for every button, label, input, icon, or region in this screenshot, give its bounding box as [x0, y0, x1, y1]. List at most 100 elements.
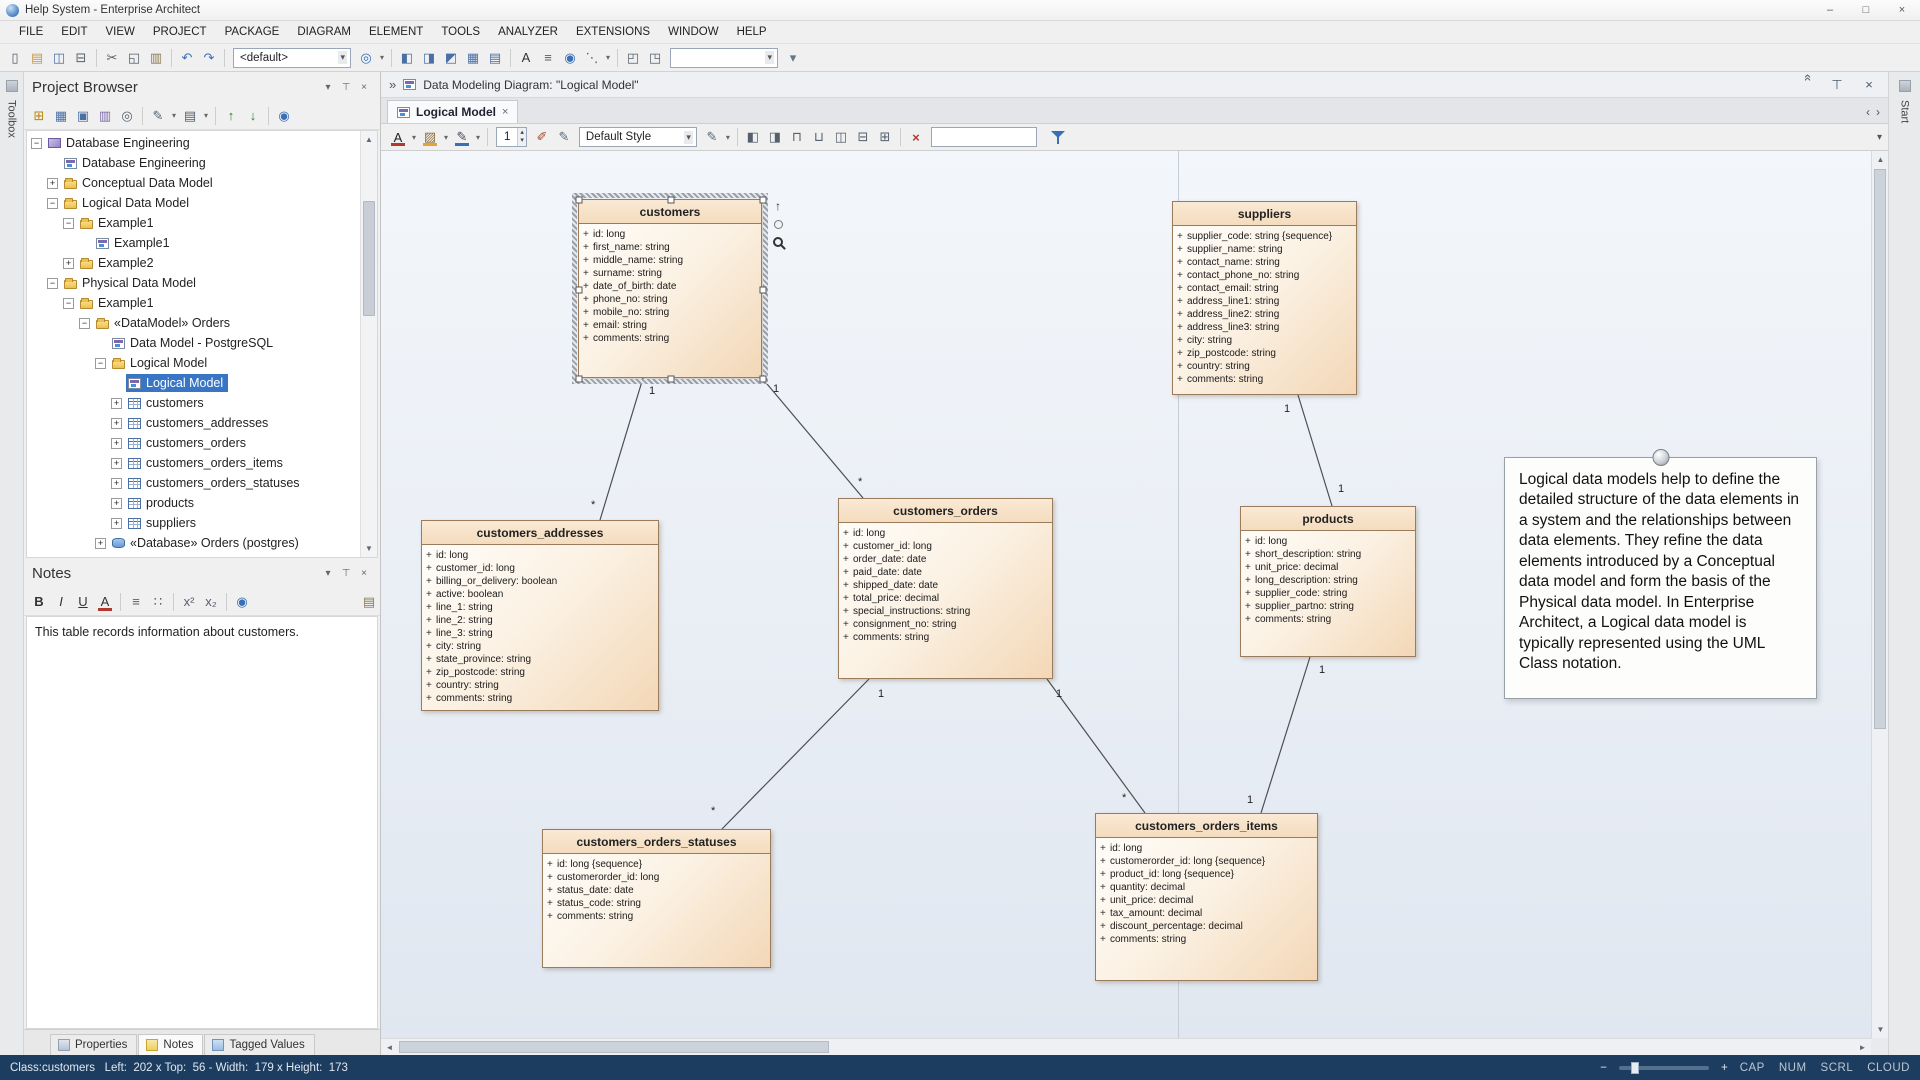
menu-package[interactable]: PACKAGE [216, 23, 289, 41]
new-element-icon[interactable]: ▣ [72, 105, 94, 127]
tree-item-products[interactable]: +products [27, 493, 377, 513]
menu-edit[interactable]: EDIT [52, 23, 96, 41]
new-diagram-icon[interactable]: ◧ [396, 47, 418, 69]
selection-handle[interactable] [760, 286, 767, 293]
collapse-icon[interactable]: − [31, 138, 42, 149]
tree-item-suppliers[interactable]: +suppliers [27, 513, 377, 533]
scroll-up-icon[interactable]: ▲ [361, 131, 377, 148]
list-view-icon[interactable]: ▤ [484, 47, 506, 69]
tree-item-example1[interactable]: Example1 [27, 233, 377, 253]
entity-customers[interactable]: customers+id: long+first_name: string+mi… [578, 199, 762, 378]
chevron-down-icon[interactable]: ▾ [473, 126, 483, 148]
diagram-layout-icon[interactable]: ◩ [440, 47, 462, 69]
chevron-down-icon[interactable]: ▾ [723, 126, 733, 148]
open-project-icon[interactable]: ▤ [26, 47, 48, 69]
tree-item-database-engineering[interactable]: −Database Engineering [27, 133, 377, 153]
chevron-down-icon[interactable]: ▾ [169, 105, 179, 127]
align-top-icon[interactable]: ⊓ [786, 126, 808, 148]
expand-icon[interactable]: + [63, 258, 74, 269]
tree-item-conceptual-data-model[interactable]: +Conceptual Data Model [27, 173, 377, 193]
font-color-button[interactable]: A [94, 591, 116, 613]
save-style-icon[interactable]: ✎ [701, 126, 723, 148]
expand-icon[interactable]: + [111, 418, 122, 429]
tree-item-datamodel-orders[interactable]: −«DataModel» Orders [27, 313, 377, 333]
tree-item-database-orders-postgres[interactable]: +«Database» Orders (postgres) [27, 533, 377, 553]
collapse-icon[interactable]: − [63, 218, 74, 229]
prev-tab-icon[interactable]: ‹ [1866, 105, 1870, 119]
menu-element[interactable]: ELEMENT [360, 23, 432, 41]
canvas-hscrollbar[interactable]: ◄ ► [381, 1038, 1871, 1055]
expand-icon[interactable]: + [111, 518, 122, 529]
chevron-down-icon[interactable]: ▾ [409, 126, 419, 148]
selection-handle[interactable] [668, 376, 675, 383]
diagram-surface[interactable]: 1*1*111*1*11 customers+id: long+first_na… [381, 151, 1871, 1038]
list-format-icon[interactable]: ≡ [537, 47, 559, 69]
tab-tagged-values[interactable]: Tagged Values [204, 1034, 314, 1055]
undo-icon[interactable]: ↶ [176, 47, 198, 69]
scroll-up-icon[interactable]: ▲ [1872, 151, 1888, 168]
grid-view-icon[interactable]: ▦ [462, 47, 484, 69]
zoom-in-icon[interactable]: + [1721, 1062, 1728, 1074]
entity-products[interactable]: products+id: long+short_description: str… [1240, 506, 1416, 657]
menu-analyzer[interactable]: ANALYZER [489, 23, 567, 41]
tree-item-example1[interactable]: −Example1 [27, 293, 377, 313]
zoom-slider-thumb[interactable] [1631, 1062, 1639, 1074]
expand-icon[interactable]: + [111, 438, 122, 449]
hyperlink-icon[interactable]: ◉ [559, 47, 581, 69]
expand-icon[interactable]: + [111, 398, 122, 409]
connector-customers-customers_orders[interactable] [762, 378, 863, 498]
menu-file[interactable]: FILE [10, 23, 52, 41]
cut-icon[interactable]: ✂ [101, 47, 123, 69]
tree-item-database-engineering[interactable]: Database Engineering [27, 153, 377, 173]
selection-handle[interactable] [576, 197, 583, 204]
line-width-spinner[interactable]: 1▴▾ [496, 127, 527, 147]
pin-icon[interactable]: ⊤ [1826, 74, 1848, 96]
connector-products-customers_orders_items[interactable] [1261, 657, 1310, 813]
toolbar-overflow-icon[interactable]: ▾ [1877, 132, 1882, 143]
delete-from-diagram-icon[interactable]: × [905, 126, 927, 148]
space-across-icon[interactable]: ◫ [830, 126, 852, 148]
expand-icon[interactable]: + [111, 478, 122, 489]
scrollbar-thumb[interactable] [1874, 169, 1886, 729]
line-color-button[interactable]: ✎ [451, 126, 473, 148]
quicklink-handle-icon[interactable] [774, 220, 783, 229]
menu-view[interactable]: VIEW [97, 23, 144, 41]
selection-handle[interactable] [668, 197, 675, 204]
tab-properties[interactable]: Properties [50, 1034, 137, 1055]
make-same-size-icon[interactable]: ⊞ [874, 126, 896, 148]
underline-button[interactable]: U [72, 591, 94, 613]
paste-icon[interactable]: ▥ [145, 47, 167, 69]
entity-suppliers[interactable]: suppliers+supplier_code: string {sequenc… [1172, 201, 1357, 395]
connector-customers-customers_addresses[interactable] [600, 378, 643, 520]
notes-editor[interactable]: This table records information about cus… [26, 616, 378, 1029]
menu-extensions[interactable]: EXTENSIONS [567, 23, 659, 41]
tree-item-data-model-postgresql[interactable]: Data Model - PostgreSQL [27, 333, 377, 353]
collapse-ribbon-icon[interactable]: « [1794, 74, 1816, 96]
chevron-down-icon[interactable]: ▾ [377, 47, 387, 69]
menu-window[interactable]: WINDOW [659, 23, 727, 41]
expand-icon[interactable]: + [95, 558, 106, 559]
maximize-button[interactable]: □ [1848, 0, 1884, 20]
scroll-down-icon[interactable]: ▼ [361, 540, 377, 557]
navigate-select[interactable]: ▾ [670, 48, 778, 68]
connector-suppliers-products[interactable] [1298, 395, 1332, 506]
search-icon[interactable]: ◎ [116, 105, 138, 127]
entity-customers_addresses[interactable]: customers_addresses+id: long+customer_id… [421, 520, 659, 711]
edit-menu-icon[interactable]: ✎ [147, 105, 169, 127]
minimize-button[interactable]: – [1812, 0, 1848, 20]
spinner-up-icon[interactable]: ▴ [518, 129, 526, 137]
new-diagram-icon[interactable]: ▦ [50, 105, 72, 127]
tab-logical-model[interactable]: Logical Model × [387, 100, 518, 123]
chevron-down-icon[interactable]: ▾ [338, 51, 347, 64]
align-bottom-icon[interactable]: ⊔ [808, 126, 830, 148]
close-button[interactable]: × [1884, 0, 1920, 20]
close-icon[interactable]: × [1858, 74, 1880, 96]
new-attribute-icon[interactable]: ▥ [94, 105, 116, 127]
style-select[interactable]: Default Style▾ [579, 127, 697, 147]
entity-customers_orders_items[interactable]: customers_orders_items+id: long+customer… [1095, 813, 1318, 981]
fill-color-button[interactable]: ▨ [419, 126, 441, 148]
entity-customers_orders_statuses[interactable]: customers_orders_statuses+id: long {sequ… [542, 829, 771, 968]
expand-icon[interactable]: + [47, 178, 58, 189]
window-left-icon[interactable]: ◰ [622, 47, 644, 69]
chevron-down-icon[interactable]: ▾ [441, 126, 451, 148]
